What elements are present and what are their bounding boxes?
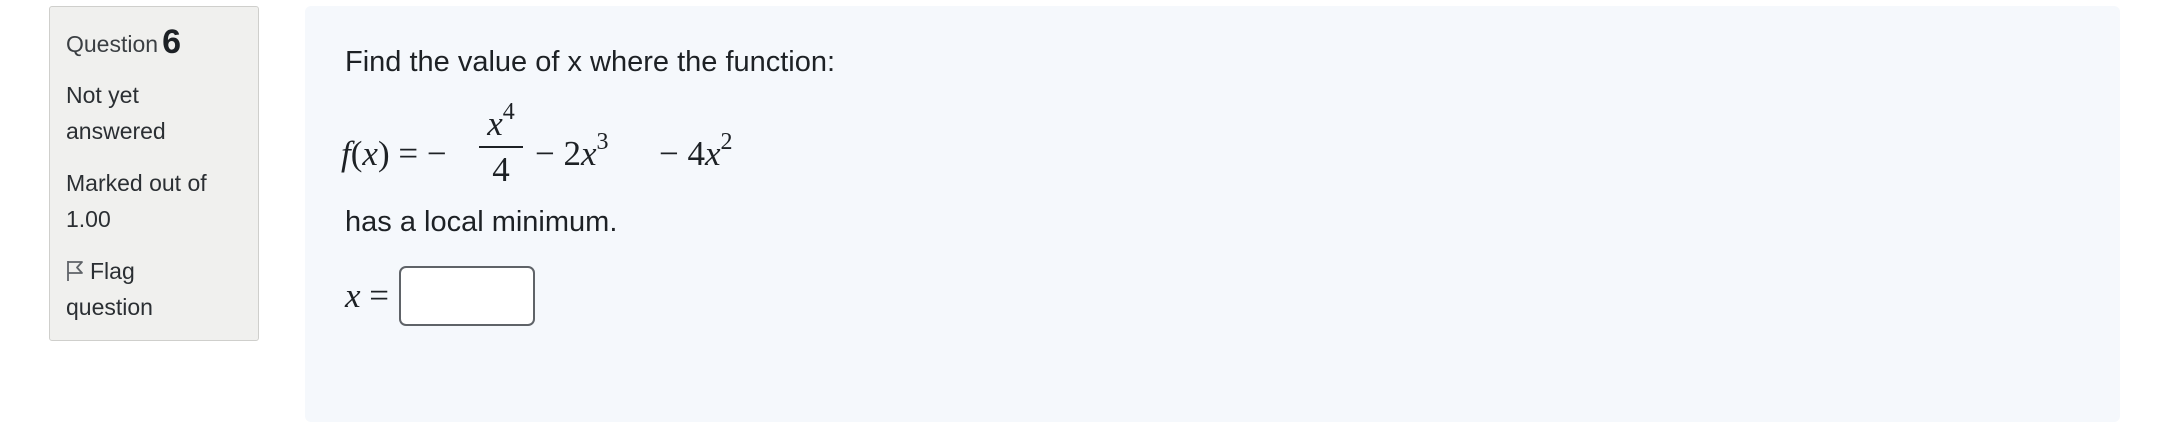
formula-term-2: − 2x3: [535, 129, 609, 173]
fraction-numerator: x4: [487, 99, 515, 143]
answer-label: x =: [345, 276, 390, 315]
formula-lhs: f(x) = −: [341, 134, 447, 173]
question-text-intro: Find the value of x where the function:: [345, 46, 836, 78]
question-grade: Marked out of 1.00: [66, 170, 207, 232]
formula-fraction: x4 4: [479, 99, 523, 189]
fraction-bar: [479, 146, 523, 148]
formula-term-3: − 4x2: [659, 129, 733, 173]
question-heading: Question 6: [66, 21, 258, 63]
answer-row: x =: [345, 264, 536, 328]
question-content: Find the value of x where the function: …: [305, 6, 2120, 422]
answer-input[interactable]: [399, 266, 536, 326]
question-state: Not yet answered: [66, 82, 166, 144]
flag-outline-icon: [67, 261, 83, 281]
question-info-panel: Question 6 Not yet answered Marked out of…: [49, 6, 259, 341]
question-text-outro: has a local minimum.: [345, 206, 618, 238]
question-number: 6: [162, 23, 181, 61]
question-label: Question: [66, 31, 159, 57]
flag-question-button[interactable]: Flag question: [66, 253, 186, 325]
fraction-denominator: 4: [492, 150, 510, 189]
